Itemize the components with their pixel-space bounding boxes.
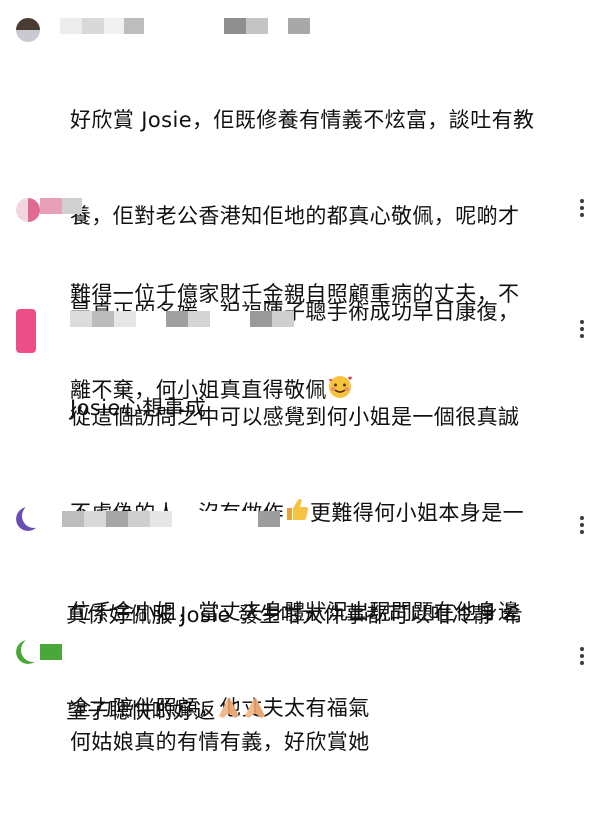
author-name-redacted[interactable]	[62, 511, 280, 527]
more-options-button[interactable]	[572, 317, 592, 341]
avatar[interactable]	[16, 18, 40, 42]
avatar[interactable]	[16, 309, 36, 353]
author-name-redacted[interactable]	[70, 311, 294, 327]
avatar[interactable]	[16, 198, 40, 222]
thumbs-up-emoji	[284, 497, 310, 532]
comment-line: 好欣賞 Josie，佢既修養有情義不炫富，談吐有教	[70, 108, 535, 132]
avatar[interactable]	[16, 507, 40, 531]
more-options-button[interactable]	[572, 513, 592, 537]
comment-line: 從這個訪問之中可以感覺到何小姐是一個很真誠	[70, 405, 520, 429]
more-options-button[interactable]	[572, 196, 592, 220]
author-name-redacted[interactable]	[60, 18, 310, 34]
comment-line: 真係好佩服 Josie 發生咁大件事都可以咁冷靜 希	[66, 603, 524, 627]
more-options-button[interactable]	[572, 644, 592, 668]
author-name-redacted[interactable]	[40, 198, 82, 214]
comment-text: 何姑娘真的有情有義，好欣賞她	[70, 662, 560, 822]
comment-line: 難得一位千億家財千金親自照顧重病的丈夫，不	[70, 282, 520, 306]
comment-line: 何姑娘真的有情有義，好欣賞她	[70, 730, 370, 754]
avatar[interactable]	[16, 640, 40, 664]
author-name-redacted[interactable]	[40, 644, 62, 660]
